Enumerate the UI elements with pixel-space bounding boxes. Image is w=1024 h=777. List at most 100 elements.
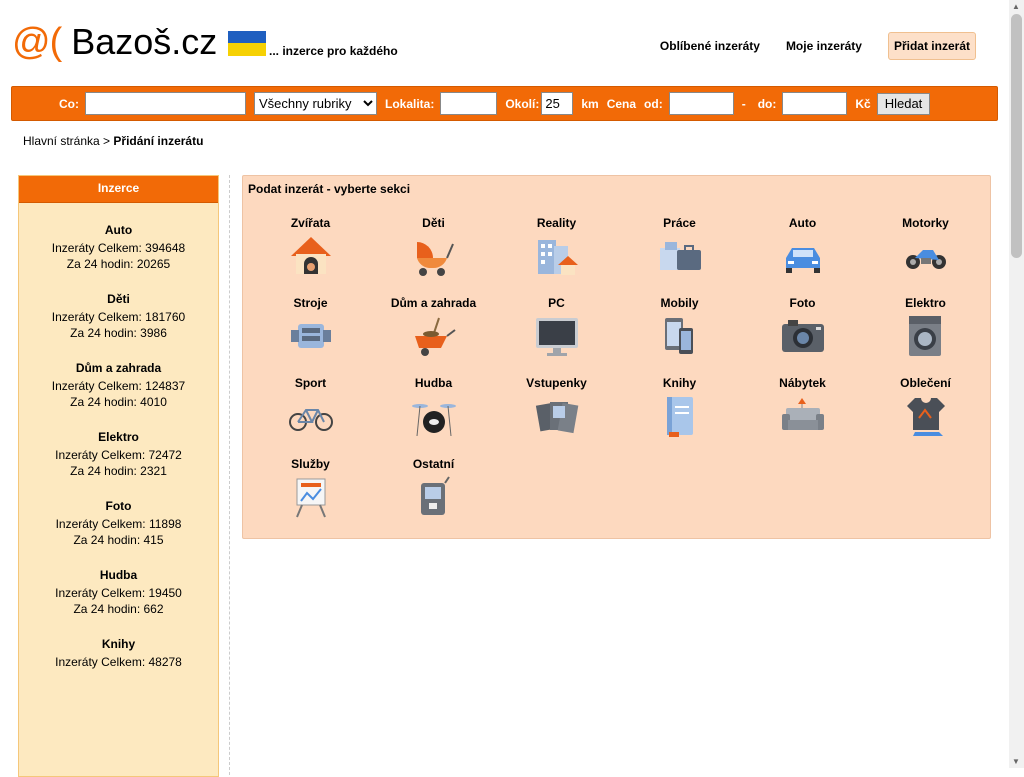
section-label[interactable]: Motorky	[864, 216, 987, 230]
sidebar-category-total: Inzeráty Celkem: 124837	[51, 379, 186, 393]
section-engine[interactable]: Stroje	[249, 296, 372, 358]
breadcrumb: Hlavní stránka > Přidání inzerátu	[23, 134, 203, 148]
section-label[interactable]: Služby	[249, 457, 372, 471]
panel-title: Podat inzerát - vyberte sekci	[248, 182, 411, 196]
section-drums[interactable]: Hudba	[372, 376, 495, 438]
book-icon[interactable]	[656, 394, 704, 438]
section-motorcycle[interactable]: Motorky	[864, 216, 987, 278]
breadcrumb-current: Přidání inzerátu	[113, 134, 204, 148]
section-label[interactable]: Auto	[741, 216, 864, 230]
briefcase-icon[interactable]	[656, 234, 704, 278]
logo-mark: @(	[12, 21, 62, 63]
section-label[interactable]: Děti	[372, 216, 495, 230]
section-device[interactable]: Ostatní	[372, 457, 495, 519]
section-label[interactable]: Reality	[495, 216, 618, 230]
sidebar-category-link[interactable]: Knihy	[19, 636, 218, 652]
breadcrumb-home[interactable]: Hlavní stránka	[23, 134, 100, 148]
section-sofa[interactable]: Nábytek	[741, 376, 864, 438]
section-label[interactable]: Elektro	[864, 296, 987, 310]
price-to-label: do:	[757, 96, 777, 111]
price-from-input[interactable]	[668, 92, 734, 115]
car-icon[interactable]	[779, 234, 827, 278]
section-briefcase[interactable]: Práce	[618, 216, 741, 278]
doghouse-icon[interactable]	[287, 234, 335, 278]
section-clothes[interactable]: Oblečení	[864, 376, 987, 438]
section-label[interactable]: Zvířata	[249, 216, 372, 230]
wheelbarrow-icon[interactable]	[410, 314, 458, 358]
section-label[interactable]: PC	[495, 296, 618, 310]
section-label[interactable]: Sport	[249, 376, 372, 390]
section-buildings[interactable]: Reality	[495, 216, 618, 278]
location-input[interactable]	[440, 92, 498, 115]
favorites-link[interactable]: Oblíbené inzeráty	[660, 39, 760, 53]
sidebar-category-link[interactable]: Dům a zahrada	[19, 360, 218, 376]
monitor-icon[interactable]	[533, 314, 581, 358]
stroller-icon[interactable]	[410, 234, 458, 278]
price-to-input[interactable]	[782, 92, 848, 115]
section-car[interactable]: Auto	[741, 216, 864, 278]
washing-machine-icon[interactable]	[902, 314, 950, 358]
section-monitor[interactable]: PC	[495, 296, 618, 358]
section-label[interactable]: Vstupenky	[495, 376, 618, 390]
section-label[interactable]: Stroje	[249, 296, 372, 310]
sidebar-category: Auto Inzeráty Celkem: 394648 Za 24 hodin: …	[19, 222, 218, 272]
clothes-icon[interactable]	[902, 394, 950, 438]
section-label[interactable]: Nábytek	[741, 376, 864, 390]
section-wheelbarrow[interactable]: Dům a zahrada	[372, 296, 495, 358]
my-ads-link[interactable]: Moje inzeráty	[786, 39, 862, 53]
section-washing-machine[interactable]: Elektro	[864, 296, 987, 358]
scroll-down-icon[interactable]: ▼	[1012, 757, 1020, 766]
engine-icon[interactable]	[287, 314, 335, 358]
phone-icon[interactable]	[656, 314, 704, 358]
sidebar-category-day: Za 24 hodin: 20265	[66, 257, 171, 271]
sofa-icon[interactable]	[779, 394, 827, 438]
scroll-up-icon[interactable]: ▲	[1012, 2, 1020, 11]
bicycle-icon[interactable]	[287, 394, 335, 438]
ukraine-flag-icon	[228, 31, 266, 56]
section-label[interactable]: Foto	[741, 296, 864, 310]
sidebar-category: Knihy Inzeráty Celkem: 48278	[19, 636, 218, 670]
drums-icon[interactable]	[410, 394, 458, 438]
radius-input[interactable]	[541, 92, 574, 115]
section-phone[interactable]: Mobily	[618, 296, 741, 358]
section-bicycle[interactable]: Sport	[249, 376, 372, 438]
section-panel: Podat inzerát - vyberte sekci Zvířata Dět…	[242, 175, 991, 539]
sidebar: Inzerce Auto Inzeráty Celkem: 394648 Za 24…	[18, 175, 219, 777]
section-label[interactable]: Hudba	[372, 376, 495, 390]
motorcycle-icon[interactable]	[902, 234, 950, 278]
logo[interactable]: @( Bazoš.cz	[12, 21, 217, 63]
what-input[interactable]	[85, 92, 246, 115]
easel-icon[interactable]	[287, 475, 335, 519]
category-select[interactable]: Všechny rubriky	[254, 92, 377, 115]
section-label[interactable]: Mobily	[618, 296, 741, 310]
section-label[interactable]: Dům a zahrada	[372, 296, 495, 310]
buildings-icon[interactable]	[533, 234, 581, 278]
tickets-icon[interactable]	[533, 394, 581, 438]
camera-icon[interactable]	[779, 314, 827, 358]
location-label: Lokalita:	[385, 96, 435, 111]
scrollbar-thumb[interactable]	[1011, 14, 1022, 258]
section-label[interactable]: Práce	[618, 216, 741, 230]
sidebar-category-link[interactable]: Auto	[19, 222, 218, 238]
sidebar-category-total: Inzeráty Celkem: 394648	[51, 241, 186, 255]
sidebar-category-total: Inzeráty Celkem: 19450	[55, 586, 182, 600]
sidebar-category-link[interactable]: Hudba	[19, 567, 218, 583]
section-easel[interactable]: Služby	[249, 457, 372, 519]
section-camera[interactable]: Foto	[741, 296, 864, 358]
search-button[interactable]: Hledat	[876, 92, 931, 115]
section-doghouse[interactable]: Zvířata	[249, 216, 372, 278]
add-ad-button[interactable]: Přidat inzerát	[887, 32, 976, 60]
section-label[interactable]: Ostatní	[372, 457, 495, 471]
sidebar-category-link[interactable]: Elektro	[19, 429, 218, 445]
section-book[interactable]: Knihy	[618, 376, 741, 438]
section-label[interactable]: Oblečení	[864, 376, 987, 390]
price-dash: -	[741, 96, 746, 111]
section-stroller[interactable]: Děti	[372, 216, 495, 278]
section-label[interactable]: Knihy	[618, 376, 741, 390]
radius-label: Okolí:	[505, 96, 540, 111]
sidebar-category-link[interactable]: Foto	[19, 498, 218, 514]
sidebar-category-link[interactable]: Děti	[19, 291, 218, 307]
device-icon[interactable]	[410, 475, 458, 519]
scrollbar[interactable]: ▲ ▼	[1009, 0, 1024, 768]
section-tickets[interactable]: Vstupenky	[495, 376, 618, 438]
